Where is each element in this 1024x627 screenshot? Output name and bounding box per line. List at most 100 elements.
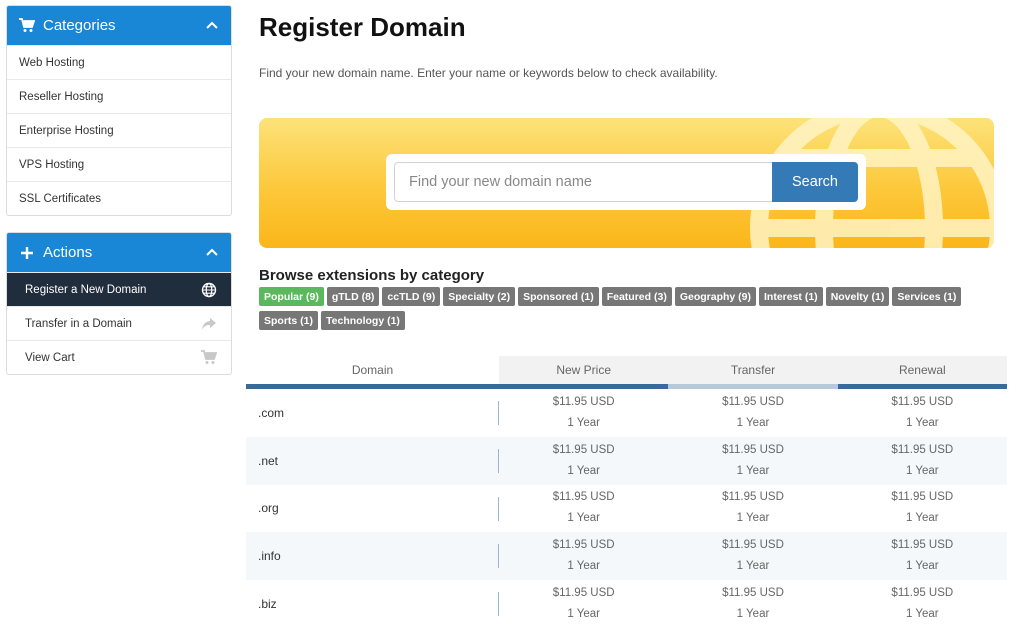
tag-sports[interactable]: Sports (1): [259, 311, 319, 330]
table-row: .info $11.95 USD 1 Year $11.95 USD 1 Year $11…: [246, 532, 1007, 581]
renewal-price-cell: $11.95 USD 1 Year: [838, 437, 1007, 485]
new-price: $11.95 USD: [552, 395, 615, 408]
renewal-price-cell: $11.95 USD 1 Year: [838, 485, 1007, 533]
transfer-price: $11.95 USD: [722, 443, 784, 456]
tag-novelty[interactable]: Novelty (1): [825, 287, 890, 306]
table-header: Domain New Price Transfer Renewal: [246, 356, 1007, 384]
renewal-price: $11.95 USD: [891, 587, 954, 600]
domain-tld-cell: .info: [246, 532, 499, 580]
column-divider: [498, 401, 499, 425]
tag-popular[interactable]: Popular (9): [259, 287, 324, 306]
tag-specialty[interactable]: Specialty (2): [443, 287, 516, 306]
transfer-price: $11.95 USD: [722, 587, 784, 600]
actions-panel: Actions Register a New Domain Transfer i…: [6, 232, 232, 375]
domain-tld-cell: .biz: [246, 580, 499, 627]
column-header-transfer[interactable]: Transfer: [668, 356, 838, 384]
transfer-term: 1 Year: [736, 512, 770, 525]
table-row: .org $11.95 USD 1 Year $11.95 USD 1 Year $11.…: [246, 485, 1007, 533]
action-label: Transfer in a Domain: [25, 317, 132, 330]
tag-services[interactable]: Services (1): [892, 287, 962, 306]
new-price-cell: $11.95 USD 1 Year: [499, 485, 668, 533]
domain-tld: .com: [258, 405, 285, 420]
category-ssl-certificates[interactable]: SSL Certificates: [7, 181, 231, 215]
chevron-up-icon[interactable]: [205, 18, 219, 32]
category-reseller-hosting[interactable]: Reseller Hosting: [7, 79, 231, 113]
transfer-price-cell: $11.95 USD 1 Year: [668, 485, 837, 533]
tag-sponsored[interactable]: Sponsored (1): [518, 287, 599, 306]
cart-icon: [201, 350, 218, 366]
category-vps-hosting[interactable]: VPS Hosting: [7, 147, 231, 181]
new-price-cell: $11.95 USD 1 Year: [499, 389, 668, 437]
search-button[interactable]: Search: [772, 162, 858, 202]
renewal-price-cell: $11.95 USD 1 Year: [838, 580, 1007, 627]
renewal-price-cell: $11.95 USD 1 Year: [838, 389, 1007, 437]
renewal-price: $11.95 USD: [891, 443, 954, 456]
table-row: .net $11.95 USD 1 Year $11.95 USD 1 Year $11.…: [246, 436, 1007, 485]
tag-technology[interactable]: Technology (1): [321, 311, 405, 330]
new-term: 1 Year: [567, 608, 600, 621]
renewal-term: 1 Year: [906, 416, 939, 429]
renewal-term: 1 Year: [906, 512, 939, 525]
tag-featured[interactable]: Featured (3): [601, 287, 672, 306]
domain-search-banner: Search: [259, 118, 994, 248]
new-price: $11.95 USD: [552, 443, 615, 456]
new-price: $11.95 USD: [552, 587, 615, 600]
new-price: $11.95 USD: [552, 491, 615, 504]
new-term: 1 Year: [567, 512, 600, 525]
new-term: 1 Year: [567, 416, 600, 429]
tag-geography[interactable]: Geography (9): [674, 287, 756, 306]
transfer-price: $11.95 USD: [722, 395, 784, 408]
tag-interest[interactable]: Interest (1): [759, 287, 823, 306]
transfer-term: 1 Year: [736, 560, 770, 573]
column-header-domain[interactable]: Domain: [246, 356, 499, 384]
transfer-price-cell: $11.95 USD 1 Year: [668, 580, 837, 627]
actions-header[interactable]: Actions: [7, 233, 231, 272]
action-register-domain[interactable]: Register a New Domain: [7, 272, 231, 306]
column-divider: [498, 544, 499, 569]
transfer-term: 1 Year: [736, 464, 770, 477]
chevron-up-icon[interactable]: [205, 245, 219, 259]
transfer-price-cell: $11.95 USD 1 Year: [668, 532, 837, 580]
tag-cctld[interactable]: ccTLD (9): [382, 287, 441, 306]
category-web-hosting[interactable]: Web Hosting: [7, 45, 231, 79]
page-intro: Find your new domain name. Enter your na…: [259, 66, 718, 80]
renewal-term: 1 Year: [906, 608, 939, 621]
renewal-price: $11.95 USD: [891, 539, 954, 552]
renewal-term: 1 Year: [906, 464, 939, 477]
renewal-term: 1 Year: [906, 560, 939, 573]
category-enterprise-hosting[interactable]: Enterprise Hosting: [7, 113, 231, 147]
tld-category-tags: Popular (9) gTLD (8) ccTLD (9) Specialty…: [259, 287, 999, 335]
share-arrow-icon: [201, 316, 217, 332]
tag-gtld[interactable]: gTLD (8): [326, 287, 380, 306]
page-title: Register Domain: [259, 12, 466, 42]
new-price-cell: $11.95 USD 1 Year: [499, 580, 668, 627]
categories-title: Categories: [43, 17, 116, 34]
domain-search-input[interactable]: [394, 162, 772, 202]
domain-tld-cell: .net: [246, 437, 499, 485]
action-transfer-domain[interactable]: Transfer in a Domain: [7, 306, 231, 340]
domain-pricing-table: Domain New Price Transfer Renewal .com $1…: [246, 356, 1007, 627]
browse-heading: Browse extensions by category: [259, 267, 485, 284]
new-term: 1 Year: [567, 560, 600, 573]
column-divider: [498, 448, 499, 473]
domain-tld: .org: [258, 501, 279, 516]
new-price-cell: $11.95 USD 1 Year: [499, 437, 668, 485]
table-row: .biz $11.95 USD 1 Year $11.95 USD 1 Year $11.…: [246, 580, 1007, 627]
column-divider: [498, 592, 499, 617]
categories-panel: Categories Web Hosting Reseller Hosting …: [6, 5, 232, 216]
actions-title: Actions: [43, 244, 93, 261]
action-label: View Cart: [25, 351, 75, 364]
action-view-cart[interactable]: View Cart: [7, 340, 231, 374]
column-header-new-price[interactable]: New Price: [499, 356, 669, 384]
table-body: .com $11.95 USD 1 Year $11.95 USD 1 Year $11.…: [246, 389, 1007, 627]
globe-icon: [201, 282, 217, 298]
categories-header[interactable]: Categories: [7, 6, 231, 45]
column-divider: [498, 496, 499, 521]
column-header-renewal[interactable]: Renewal: [837, 356, 1007, 384]
transfer-price: $11.95 USD: [722, 539, 784, 552]
domain-tld: .info: [258, 549, 281, 564]
new-term: 1 Year: [567, 464, 600, 477]
domain-tld-cell: .org: [246, 485, 499, 533]
new-price-cell: $11.95 USD 1 Year: [499, 532, 668, 580]
transfer-price-cell: $11.95 USD 1 Year: [668, 389, 837, 437]
